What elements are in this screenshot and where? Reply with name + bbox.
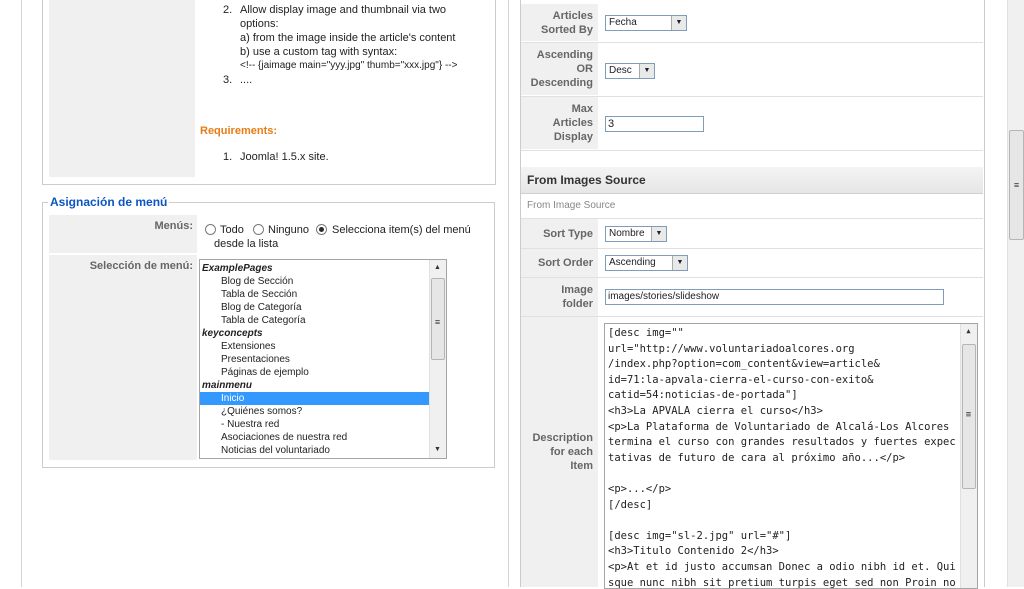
requirement-text: Joomla! 1.5.x site. <box>240 151 329 163</box>
list-item[interactable]: Blog de Categoría <box>200 301 446 314</box>
divider <box>21 0 22 587</box>
list-item[interactable]: - Nuestra red <box>200 418 446 431</box>
max-articles-input[interactable]: 3 <box>605 116 704 132</box>
sort-type-label: Sort Type <box>521 219 598 248</box>
asc-desc-label: Ascending OR Descending <box>521 43 598 95</box>
list-item[interactable]: Noticias del voluntariado <box>200 444 446 457</box>
radio-select-items-label-cont: desde la lista <box>214 238 279 250</box>
feature-text: .... <box>240 74 253 86</box>
list-group-header[interactable]: ExamplePages <box>202 262 430 275</box>
chevron-down-icon[interactable]: ▼ <box>639 64 654 78</box>
list-item[interactable]: Páginas de ejemplo <box>200 366 446 379</box>
feature-text: options: <box>240 18 279 30</box>
image-folder-label: Image folder <box>521 278 598 316</box>
image-folder-input[interactable]: images/stories/slideshow <box>605 289 944 305</box>
menus-label: Menús: <box>49 215 197 253</box>
feature-code: <!-- {jaimage main="yyy.jpg" thumb="xxx.… <box>240 60 458 71</box>
scroll-down-icon[interactable]: ▼ <box>430 442 445 457</box>
menu-selection-listbox[interactable]: ExamplePages Blog de Sección Tabla de Secc… <box>199 259 447 459</box>
list-item[interactable]: Presentaciones <box>200 353 446 366</box>
chevron-down-icon[interactable]: ▼ <box>672 256 687 270</box>
list-item[interactable]: Blog de Sección <box>200 275 446 288</box>
radio-all-label[interactable]: Todo <box>220 224 244 236</box>
list-group-header[interactable]: keyconcepts <box>202 327 430 340</box>
radio-none-label[interactable]: Ninguno <box>268 224 309 236</box>
sort-order-select[interactable]: Ascending ▼ <box>605 255 688 271</box>
radio-none[interactable] <box>253 224 264 235</box>
feature-text: Allow display image and thumbnail via tw… <box>240 4 447 16</box>
list-number: 1. <box>223 151 233 163</box>
list-item[interactable]: ¿Quiénes somos? <box>200 405 446 418</box>
radio-all[interactable] <box>205 224 216 235</box>
scroll-up-icon[interactable]: ▲ <box>430 260 445 275</box>
page-scrollbar[interactable]: ≡ <box>1007 0 1024 587</box>
section-title: From Images Source <box>521 167 983 194</box>
list-number: 3. <box>223 74 233 86</box>
chevron-down-icon[interactable]: ▼ <box>671 16 686 30</box>
description-text[interactable]: [desc img="" url="http://www.voluntariad… <box>608 326 956 588</box>
asc-desc-select[interactable]: Desc ▼ <box>605 63 655 79</box>
chevron-down-icon[interactable]: ▼ <box>651 227 666 241</box>
feature-text: a) from the image inside the article's c… <box>240 32 456 44</box>
radio-select-items[interactable] <box>316 224 327 235</box>
menu-selection-label: Selección de menú: <box>49 255 197 460</box>
textarea-scrollbar[interactable]: ▲ ≡ <box>960 324 977 588</box>
list-item[interactable]: Tabla de Categoría <box>200 314 446 327</box>
list-item[interactable]: Asociaciones de nuestra red <box>200 431 446 444</box>
requirements-heading: Requirements: <box>200 125 278 137</box>
divider <box>508 0 509 587</box>
list-group-header[interactable]: mainmenu <box>202 379 430 392</box>
scroll-up-icon[interactable]: ▲ <box>961 324 976 339</box>
articles-sorted-by-select[interactable]: Fecha ▼ <box>605 15 687 31</box>
description-label-cell <box>49 0 195 177</box>
sort-type-select[interactable]: Nombre ▼ <box>605 226 667 242</box>
grip-icon: ≡ <box>1013 180 1020 190</box>
list-item[interactable]: Tabla de Sección <box>200 288 446 301</box>
listbox-scrollbar[interactable]: ▲ ≡ ▼ <box>429 260 446 458</box>
list-item[interactable]: Extensiones <box>200 340 446 353</box>
menu-assignment-legend: Asignación de menú <box>48 195 170 209</box>
description-item-label: Description for each Item <box>521 317 598 587</box>
grip-icon: ≡ <box>434 317 441 327</box>
feature-text: b) use a custom tag with syntax: <box>240 46 398 58</box>
section-subtitle: From Image Source <box>527 200 616 211</box>
row-divider <box>521 150 983 151</box>
radio-select-items-label[interactable]: Selecciona item(s) del menú <box>332 224 471 236</box>
list-item[interactable]: Inicio <box>200 392 446 405</box>
max-articles-label: Max Articles Display <box>521 97 598 149</box>
sort-order-label: Sort Order <box>521 249 598 277</box>
grip-icon: ≡ <box>965 410 972 420</box>
description-textarea[interactable]: [desc img="" url="http://www.voluntariad… <box>604 323 978 589</box>
list-number: 2. <box>223 4 233 16</box>
articles-sorted-by-label: Articles Sorted By <box>521 4 598 41</box>
